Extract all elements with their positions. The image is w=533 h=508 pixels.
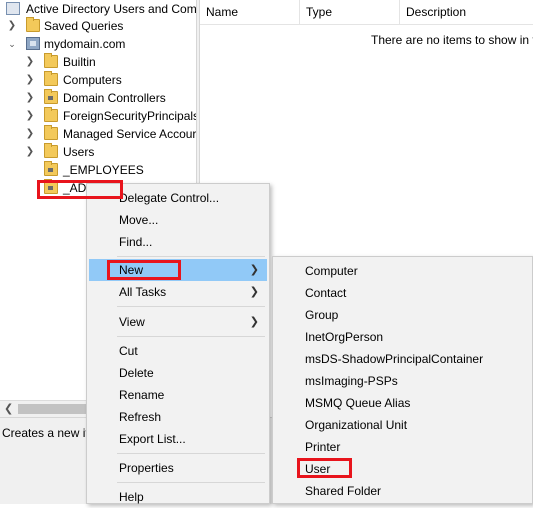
tree-item-builtin[interactable]: ❯ Builtin: [0, 53, 197, 71]
menu-item-export-list[interactable]: Export List...: [89, 428, 267, 450]
tree-item-root[interactable]: Active Directory Users and Com: [0, 0, 197, 18]
submenu-item-printer[interactable]: Printer: [275, 436, 530, 458]
domain-icon: [26, 37, 40, 50]
menu-item-cut[interactable]: Cut: [89, 340, 267, 362]
menu-item-rename[interactable]: Rename: [89, 384, 267, 406]
submenu-item-contact[interactable]: Contact: [275, 282, 530, 304]
scroll-left-icon[interactable]: ❮: [4, 402, 13, 415]
menu-item-refresh[interactable]: Refresh: [89, 406, 267, 428]
tree-item-domain-controllers[interactable]: ❯ Domain Controllers: [0, 89, 197, 107]
chevron-right-icon[interactable]: ❯: [24, 89, 36, 107]
menu-item-view[interactable]: View ❯: [89, 311, 267, 333]
empty-list-message: There are no items to show in t: [371, 33, 533, 47]
tree-item-domain[interactable]: ⌄ mydomain.com: [0, 35, 197, 53]
folder-icon: [26, 17, 40, 32]
ad-console-icon: [6, 2, 20, 15]
menu-separator: [117, 482, 265, 483]
folder-icon: [44, 143, 58, 158]
menu-item-all-tasks[interactable]: All Tasks ❯: [89, 281, 267, 303]
submenu-item-computer[interactable]: Computer: [275, 260, 530, 282]
tree-item-employees[interactable]: _EMPLOYEES: [0, 161, 197, 179]
menu-separator: [117, 453, 265, 454]
chevron-right-icon[interactable]: ❯: [24, 107, 36, 125]
chevron-right-icon: ❯: [249, 264, 259, 276]
status-text: Creates a new ite: [2, 426, 96, 440]
menu-separator: [117, 336, 265, 337]
chevron-down-icon[interactable]: ⌄: [6, 35, 18, 53]
chevron-right-icon: ❯: [249, 316, 259, 328]
chevron-right-icon[interactable]: ❯: [24, 71, 36, 89]
column-header-type[interactable]: Type: [300, 0, 400, 24]
ou-folder-icon: [44, 161, 58, 176]
annotation-box-adi: [37, 180, 123, 199]
tree-item-managed-service-accounts[interactable]: ❯ Managed Service Accour: [0, 125, 197, 143]
folder-icon: [44, 107, 58, 122]
annotation-box-user: [297, 458, 352, 478]
folder-icon: [44, 53, 58, 68]
submenu-item-organizational-unit[interactable]: Organizational Unit: [275, 414, 530, 436]
folder-icon: [44, 71, 58, 86]
chevron-right-icon[interactable]: ❯: [24, 53, 36, 71]
tree-item-foreign-security-principals[interactable]: ❯ ForeignSecurityPrincipals: [0, 107, 197, 125]
submenu-item-msimaging-psps[interactable]: msImaging-PSPs: [275, 370, 530, 392]
tree-item-users[interactable]: ❯ Users: [0, 143, 197, 161]
list-header: Name Type Description: [200, 0, 533, 25]
chevron-right-icon[interactable]: ❯: [24, 125, 36, 143]
menu-item-view-label: View: [119, 315, 145, 329]
menu-separator: [117, 306, 265, 307]
menu-separator: [117, 256, 265, 257]
menu-item-all-tasks-label: All Tasks: [119, 285, 167, 299]
chevron-right-icon: ❯: [249, 286, 259, 298]
menu-item-help[interactable]: Help: [89, 486, 267, 508]
menu-item-find[interactable]: Find...: [89, 231, 267, 253]
annotation-box-new: [107, 260, 181, 280]
tree-item-computers[interactable]: ❯ Computers: [0, 71, 197, 89]
column-header-name[interactable]: Name: [200, 0, 300, 24]
chevron-right-icon[interactable]: ❯: [6, 17, 18, 35]
menu-item-move[interactable]: Move...: [89, 209, 267, 231]
submenu-item-shared-folder[interactable]: Shared Folder: [275, 480, 530, 502]
tree-item-saved-queries[interactable]: ❯ Saved Queries: [0, 17, 197, 35]
folder-icon: [44, 125, 58, 140]
column-header-description[interactable]: Description: [400, 0, 533, 24]
menu-item-delete[interactable]: Delete: [89, 362, 267, 384]
submenu-item-group[interactable]: Group: [275, 304, 530, 326]
submenu-item-inetorgperson[interactable]: InetOrgPerson: [275, 326, 530, 348]
submenu-item-msmq-queue-alias[interactable]: MSMQ Queue Alias: [275, 392, 530, 414]
menu-item-properties[interactable]: Properties: [89, 457, 267, 479]
ou-folder-icon: [44, 89, 58, 104]
submenu-item-msds-shadow-principal-container[interactable]: msDS-ShadowPrincipalContainer: [275, 348, 530, 370]
context-menu: Delegate Control... Move... Find... New …: [86, 183, 270, 504]
chevron-right-icon[interactable]: ❯: [24, 143, 36, 161]
